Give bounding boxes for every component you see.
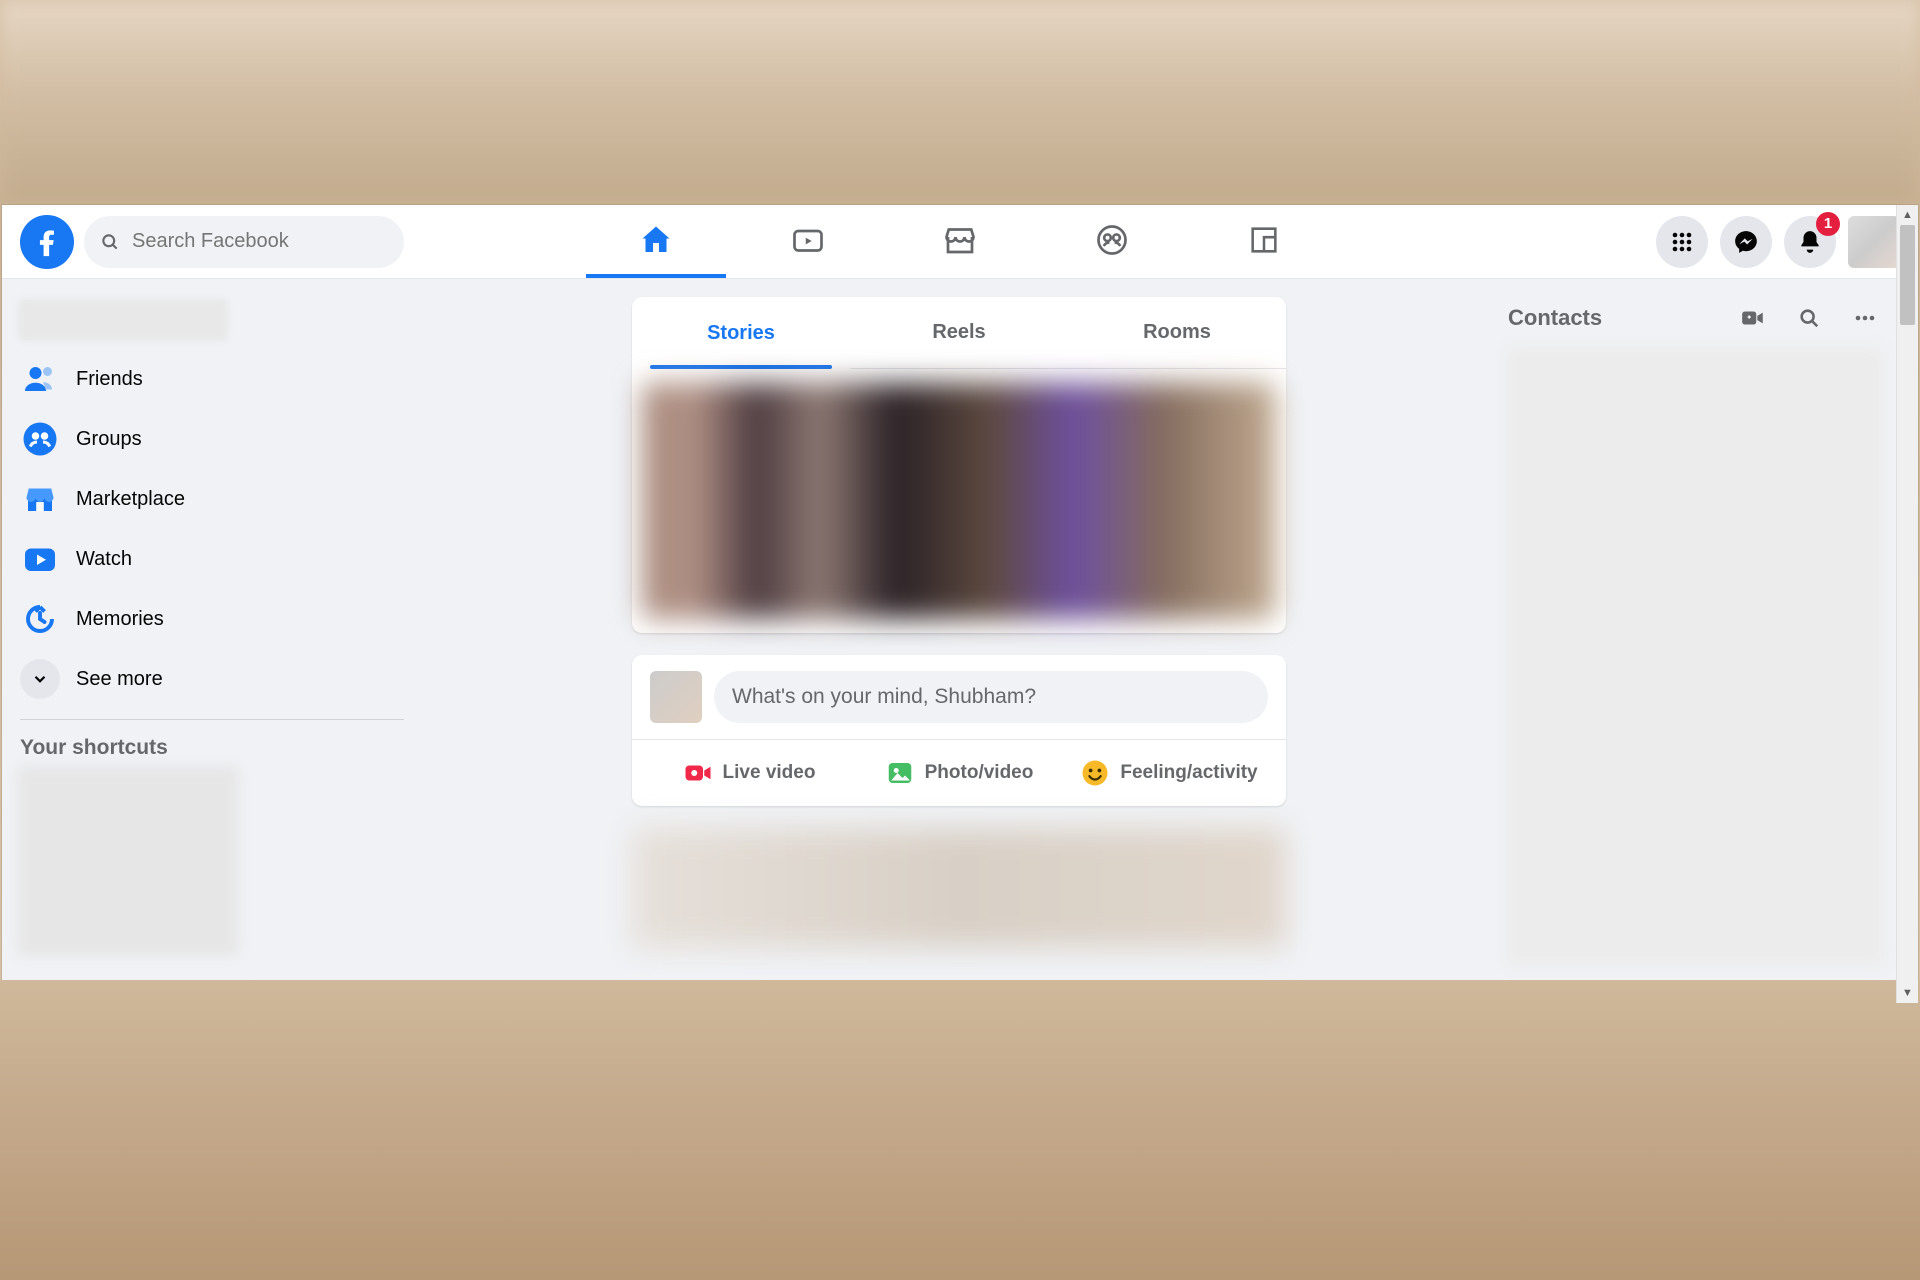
tab-home[interactable] [586, 205, 726, 278]
tab-gaming[interactable] [1194, 205, 1334, 278]
feed-column: Stories Reels Rooms What's on your mind,… [422, 279, 1496, 1003]
tab-reels[interactable]: Reels [850, 297, 1068, 369]
live-video-button[interactable]: Live video [644, 748, 854, 798]
watch-nav-icon [20, 539, 60, 579]
chevron-down-icon [20, 659, 60, 699]
tab-watch[interactable] [738, 205, 878, 278]
tab-stories[interactable]: Stories [632, 297, 850, 369]
nav-groups-label: Groups [76, 428, 142, 451]
browser-window: 1 ▲ ▼ Friends [2, 205, 1918, 1003]
photo-video-button[interactable]: Photo/video [854, 748, 1064, 798]
stories-strip-area [632, 369, 1286, 633]
left-sidebar: Friends Groups Marketplace [2, 279, 422, 1003]
composer-avatar[interactable] [650, 671, 702, 723]
jar-decoration [990, 1020, 1260, 1280]
scroll-down-arrow[interactable]: ▼ [1897, 983, 1918, 1003]
nav-watch-label: Watch [76, 548, 132, 571]
messenger-icon [1733, 229, 1759, 255]
account-avatar[interactable] [1848, 216, 1900, 268]
nav-marketplace-label: Marketplace [76, 488, 185, 511]
menu-grid-icon [1670, 230, 1694, 254]
nav-friends-label: Friends [76, 368, 143, 391]
nav-see-more[interactable]: See more [10, 649, 414, 709]
groups-icon [1094, 222, 1130, 258]
tab-rooms[interactable]: Rooms [1068, 297, 1286, 369]
search-contacts-button[interactable] [1792, 301, 1826, 335]
menu-button[interactable] [1656, 216, 1708, 268]
live-video-icon [683, 758, 713, 788]
live-video-label: Live video [723, 762, 816, 784]
desktop-background: 1 ▲ ▼ Friends [0, 0, 1920, 1280]
nav-see-more-label: See more [76, 668, 163, 691]
composer-input[interactable]: What's on your mind, Shubham? [714, 671, 1268, 723]
scroll-up-arrow[interactable]: ▲ [1897, 205, 1918, 225]
new-room-button[interactable] [1736, 301, 1770, 335]
memories-icon [20, 599, 60, 639]
nav-memories-label: Memories [76, 608, 164, 631]
nav-marketplace[interactable]: Marketplace [10, 469, 414, 529]
photo-video-icon [885, 758, 915, 788]
tab-marketplace[interactable] [890, 205, 1030, 278]
marketplace-icon [942, 222, 978, 258]
nav-memories[interactable]: Memories [10, 589, 414, 649]
contacts-list[interactable] [1506, 347, 1884, 967]
top-header: 1 [2, 205, 1918, 279]
scrollbar[interactable]: ▲ ▼ [1896, 205, 1918, 1003]
contacts-options-button[interactable] [1848, 301, 1882, 335]
stories-tabs: Stories Reels Rooms [632, 297, 1286, 369]
search-box[interactable] [84, 216, 404, 268]
composer-card: What's on your mind, Shubham? Live video… [632, 655, 1286, 806]
groups-nav-icon [20, 419, 60, 459]
gaming-icon [1247, 223, 1281, 257]
marketplace-nav-icon [20, 479, 60, 519]
nav-watch[interactable]: Watch [10, 529, 414, 589]
shortcuts-title: Your shortcuts [10, 730, 414, 766]
search-input[interactable] [130, 229, 388, 254]
contacts-header: Contacts [1502, 295, 1888, 337]
home-icon [638, 222, 674, 258]
header-right: 1 [1656, 216, 1900, 268]
composer-actions: Live video Photo/video Feeling/activity [632, 740, 1286, 806]
feeling-icon [1080, 758, 1110, 788]
notifications-badge: 1 [1816, 212, 1840, 236]
tab-groups[interactable] [1042, 205, 1182, 278]
video-plus-icon [1740, 305, 1766, 331]
nav-friends[interactable]: Friends [10, 349, 414, 409]
contacts-title: Contacts [1508, 305, 1736, 331]
sidebar-divider [20, 719, 404, 720]
more-icon [1853, 306, 1877, 330]
stories-strip[interactable] [642, 383, 1276, 619]
search-icon [1798, 307, 1820, 329]
search-icon [100, 232, 120, 252]
photo-video-label: Photo/video [925, 762, 1034, 784]
center-tabs [502, 205, 1418, 278]
composer-top: What's on your mind, Shubham? [632, 655, 1286, 740]
messenger-button[interactable] [1720, 216, 1772, 268]
feeling-label: Feeling/activity [1120, 762, 1257, 784]
watch-icon [790, 222, 826, 258]
profile-link[interactable] [18, 299, 228, 341]
right-sidebar: Contacts [1496, 279, 1896, 1003]
notifications-button[interactable]: 1 [1784, 216, 1836, 268]
facebook-f-icon [30, 225, 64, 259]
contacts-header-actions [1736, 301, 1882, 335]
stories-card: Stories Reels Rooms [632, 297, 1286, 633]
friends-icon [20, 359, 60, 399]
feeling-activity-button[interactable]: Feeling/activity [1064, 748, 1274, 798]
nav-groups[interactable]: Groups [10, 409, 414, 469]
feed-post[interactable] [632, 828, 1286, 948]
scroll-thumb[interactable] [1900, 225, 1915, 325]
facebook-logo[interactable] [20, 215, 74, 269]
shortcuts-list[interactable] [18, 766, 238, 956]
